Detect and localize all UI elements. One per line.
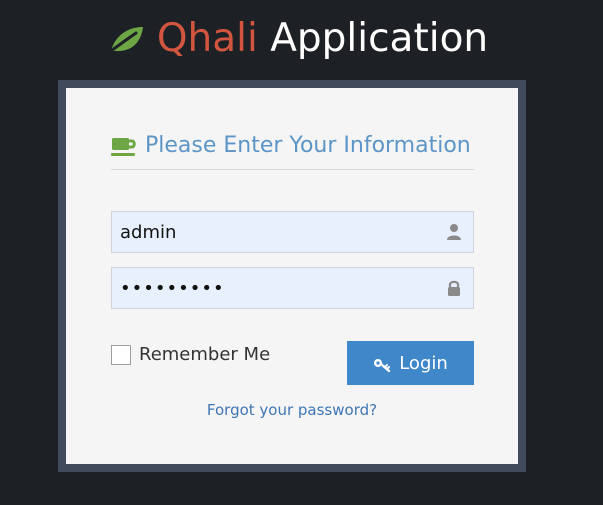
- username-input[interactable]: [112, 212, 473, 252]
- login-form-title: Please Enter Your Information: [111, 131, 474, 170]
- login-button-label: Login: [399, 352, 448, 374]
- remember-me[interactable]: Remember Me: [111, 344, 270, 366]
- login-card: Please Enter Your Information Remember M…: [66, 88, 518, 464]
- username-field[interactable]: [111, 211, 474, 253]
- remember-me-label: Remember Me: [139, 344, 271, 365]
- app-title-main: Application: [257, 16, 489, 61]
- password-field[interactable]: [111, 267, 474, 309]
- app-brand: Qhali Application: [0, 14, 603, 64]
- app-title: Qhali Application: [157, 14, 488, 64]
- remember-me-checkbox[interactable]: [111, 345, 131, 365]
- lock-icon: [448, 280, 460, 296]
- key-icon: [374, 359, 391, 372]
- login-button[interactable]: Login: [347, 341, 474, 385]
- app-title-accent: Qhali: [156, 16, 258, 61]
- login-form-title-text: Please Enter Your Information: [145, 133, 471, 158]
- forgot-password-link[interactable]: Forgot your password?: [66, 400, 518, 420]
- leaf-icon: [109, 27, 143, 53]
- password-input[interactable]: [112, 268, 473, 308]
- coffee-cup-icon: [111, 138, 136, 156]
- login-card-frame: Please Enter Your Information Remember M…: [58, 80, 526, 472]
- user-icon: [447, 224, 461, 240]
